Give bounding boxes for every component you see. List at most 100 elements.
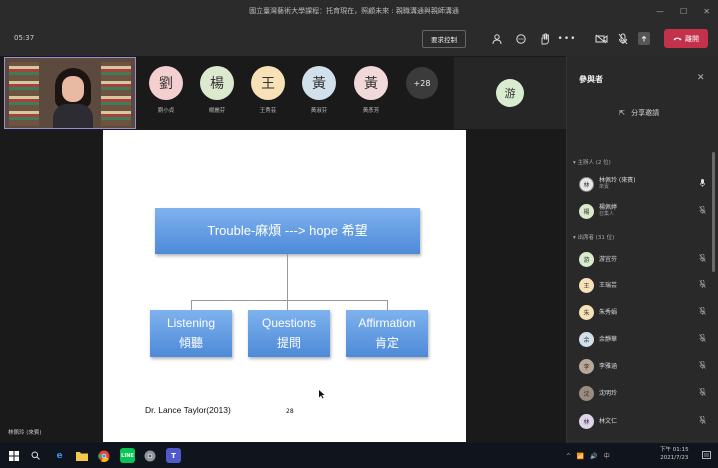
- participant-name: 王瑞芸: [599, 281, 618, 289]
- participant-name: 楊佩婷: [599, 204, 618, 211]
- window-controls: — ☐ ✕: [648, 7, 718, 16]
- organizers-header[interactable]: ▾ 主辦人 (2 位): [573, 158, 611, 166]
- close-window-button[interactable]: ✕: [703, 7, 710, 16]
- avatar: 游: [579, 251, 594, 267]
- slide-box-affirmation: Affirmation 肯定: [346, 310, 428, 357]
- slide-box-listening: Listening 傾聽: [150, 310, 232, 357]
- participant-name: 游宜芬: [599, 255, 618, 263]
- close-panel-icon[interactable]: ✕: [697, 73, 705, 83]
- participant-name: 楊麗芬: [208, 108, 226, 114]
- meeting-toolbar: 05:37 要求控制 ••• 離開: [0, 22, 718, 56]
- box-zh-label: 肯定: [374, 336, 399, 350]
- notification-icon[interactable]: [699, 448, 714, 463]
- avatar: 黃: [354, 66, 388, 100]
- attendees-header[interactable]: ▾ 出席者 (31 位): [573, 233, 614, 241]
- title-bar: 國立臺灣藝術大學課程：托育現在，照顧未來 : 親職溝通與親師溝通 — ☐ ✕: [0, 0, 718, 22]
- windows-start-icon[interactable]: [6, 448, 21, 463]
- avatar: 李: [579, 358, 594, 374]
- participant-row[interactable]: 林 林佩玲 (來賓) 來賓: [579, 174, 707, 194]
- leave-label: 離開: [685, 34, 699, 43]
- raise-hand-icon[interactable]: [536, 30, 552, 48]
- file-explorer-icon[interactable]: [74, 448, 89, 463]
- mic-off-icon: [697, 279, 707, 290]
- participant-row[interactable]: 李 李雅涵: [579, 356, 707, 376]
- avatar: 游: [496, 79, 524, 107]
- participant-row[interactable]: 余 余靜華: [579, 329, 707, 349]
- participant-name: 黃淑芬: [310, 108, 328, 114]
- organizers-header-label: 主辦人 (2 位): [577, 160, 611, 166]
- mic-off-icon[interactable]: [615, 30, 631, 48]
- connector-line: [387, 300, 388, 310]
- chrome-icon[interactable]: [96, 448, 111, 463]
- participant-name: 李雅涵: [599, 362, 618, 370]
- participant-tile[interactable]: 楊 楊麗芬: [194, 66, 240, 114]
- participant-role: 召集人: [599, 211, 615, 217]
- participants-icon[interactable]: [490, 30, 506, 48]
- clock-date: 2021/7/23: [660, 455, 689, 461]
- avatar: 余: [579, 331, 594, 347]
- participant-name: 余靜華: [599, 335, 618, 343]
- meeting-timer: 05:37: [14, 34, 35, 42]
- mic-off-icon: [697, 360, 707, 371]
- search-icon[interactable]: [28, 448, 43, 463]
- avatar: 林: [579, 176, 594, 192]
- participant-role: 來賓: [599, 184, 610, 190]
- edge-browser-icon[interactable]: e: [52, 448, 67, 463]
- participant-row[interactable]: 游 游宜芬: [579, 249, 707, 269]
- shared-slide: Trouble-麻煩 ---> hope 希望 Listening 傾聽 Que…: [103, 130, 466, 442]
- box-en-label: Affirmation: [358, 316, 416, 330]
- chat-icon[interactable]: [513, 30, 529, 48]
- taskbar: e LINE T ^ 📶 🔊 中 下午 01:15 2021/7/23: [0, 443, 718, 468]
- avatar: 王: [579, 277, 594, 293]
- share-invite-button[interactable]: ⇱ 分享邀請: [619, 108, 659, 118]
- mic-on-icon: [697, 179, 707, 189]
- slide-box-questions: Questions 提問: [248, 310, 330, 357]
- participant-name: 朱秀娟: [599, 308, 618, 316]
- participant-row[interactable]: 林 林文仁: [579, 411, 707, 431]
- panel-scrollbar[interactable]: [712, 152, 715, 272]
- participant-row[interactable]: 朱 朱秀娟: [579, 302, 707, 322]
- camera-off-icon[interactable]: [593, 30, 609, 48]
- box-en-label: Listening: [166, 316, 216, 330]
- system-tray[interactable]: ^ 📶 🔊 中: [566, 451, 612, 460]
- participant-tile[interactable]: 黃 黃淑芬: [296, 66, 342, 114]
- bookshelf-right: [101, 62, 131, 126]
- connector-line: [287, 300, 288, 310]
- leave-button[interactable]: 離開: [664, 29, 708, 48]
- request-control-button[interactable]: 要求控制: [422, 30, 466, 48]
- chrome-profile-icon[interactable]: [142, 448, 157, 463]
- participant-row[interactable]: 楊 楊佩婷 召集人: [579, 201, 707, 221]
- teams-app-icon[interactable]: T: [166, 448, 181, 463]
- participant-name: 王秀芸: [259, 108, 277, 114]
- clock-time: 下午 01:15: [660, 447, 689, 453]
- minimize-button[interactable]: —: [656, 7, 664, 16]
- mic-off-icon: [697, 415, 707, 426]
- pinned-participant-tile[interactable]: 游: [454, 57, 566, 129]
- participant-tile[interactable]: 黃 黃彥芳: [348, 66, 394, 114]
- more-actions-icon[interactable]: •••: [558, 30, 576, 48]
- maximize-button[interactable]: ☐: [680, 7, 687, 16]
- avatar: 黃: [302, 66, 336, 100]
- avatar: 劉: [149, 66, 183, 100]
- participant-row[interactable]: 沈 沈明玲: [579, 383, 707, 403]
- mic-off-icon: [697, 205, 707, 216]
- more-participants[interactable]: +28: [399, 67, 445, 99]
- participants-panel: 參與者 ✕ ⇱ 分享邀請 ▾ 主辦人 (2 位) 林 林佩玲 (來賓) 來賓 楊 …: [566, 56, 718, 443]
- participant-tile[interactable]: 王 王秀芸: [245, 66, 291, 114]
- box-en-label: Questions: [261, 316, 317, 330]
- slide-credit: Dr. Lance Taylor(2013): [145, 405, 231, 415]
- participant-tile[interactable]: 劉 劉小貞: [143, 66, 189, 114]
- share-icon: ⇱: [619, 109, 625, 117]
- share-screen-icon[interactable]: [638, 32, 650, 45]
- avatar: 林: [579, 413, 594, 429]
- mic-off-icon: [697, 333, 707, 344]
- presenter-video[interactable]: [4, 57, 136, 129]
- box-zh-label: 提問: [276, 336, 301, 350]
- mouse-cursor-icon: [319, 384, 325, 403]
- participant-name: 沈明玲: [599, 389, 618, 397]
- box-zh-label: 傾聽: [178, 336, 203, 350]
- connector-line: [287, 254, 288, 300]
- line-app-icon[interactable]: LINE: [120, 448, 135, 463]
- taskbar-clock[interactable]: 下午 01:15 2021/7/23: [660, 446, 689, 462]
- participant-row[interactable]: 王 王瑞芸: [579, 275, 707, 295]
